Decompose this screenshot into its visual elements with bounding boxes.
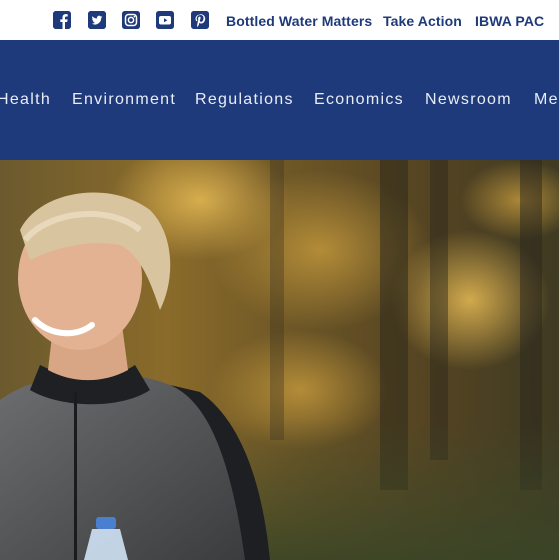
nav-item-media[interactable]: Me xyxy=(534,91,559,109)
nav-item-regulations[interactable]: Regulations xyxy=(195,91,294,109)
main-navigation: Health Environment Regulations Economics… xyxy=(0,40,559,160)
facebook-icon[interactable] xyxy=(53,11,71,29)
nav-item-economics[interactable]: Economics xyxy=(314,91,404,109)
hero-illustration xyxy=(0,160,559,560)
nav-item-newsroom[interactable]: Newsroom xyxy=(425,91,512,109)
pinterest-icon[interactable] xyxy=(191,11,209,29)
nav-item-environment[interactable]: Environment xyxy=(72,91,176,109)
link-bottled-water-matters[interactable]: Bottled Water Matters xyxy=(226,13,372,29)
nav-item-health[interactable]: Health xyxy=(0,91,51,109)
link-take-action[interactable]: Take Action xyxy=(383,13,462,29)
instagram-icon[interactable] xyxy=(122,11,140,29)
twitter-icon[interactable] xyxy=(88,11,106,29)
youtube-icon[interactable] xyxy=(156,11,174,29)
hero-image xyxy=(0,160,559,560)
top-utility-bar: Bottled Water Matters Take Action IBWA P… xyxy=(0,0,559,40)
link-ibwa-pac[interactable]: IBWA PAC xyxy=(475,13,544,29)
